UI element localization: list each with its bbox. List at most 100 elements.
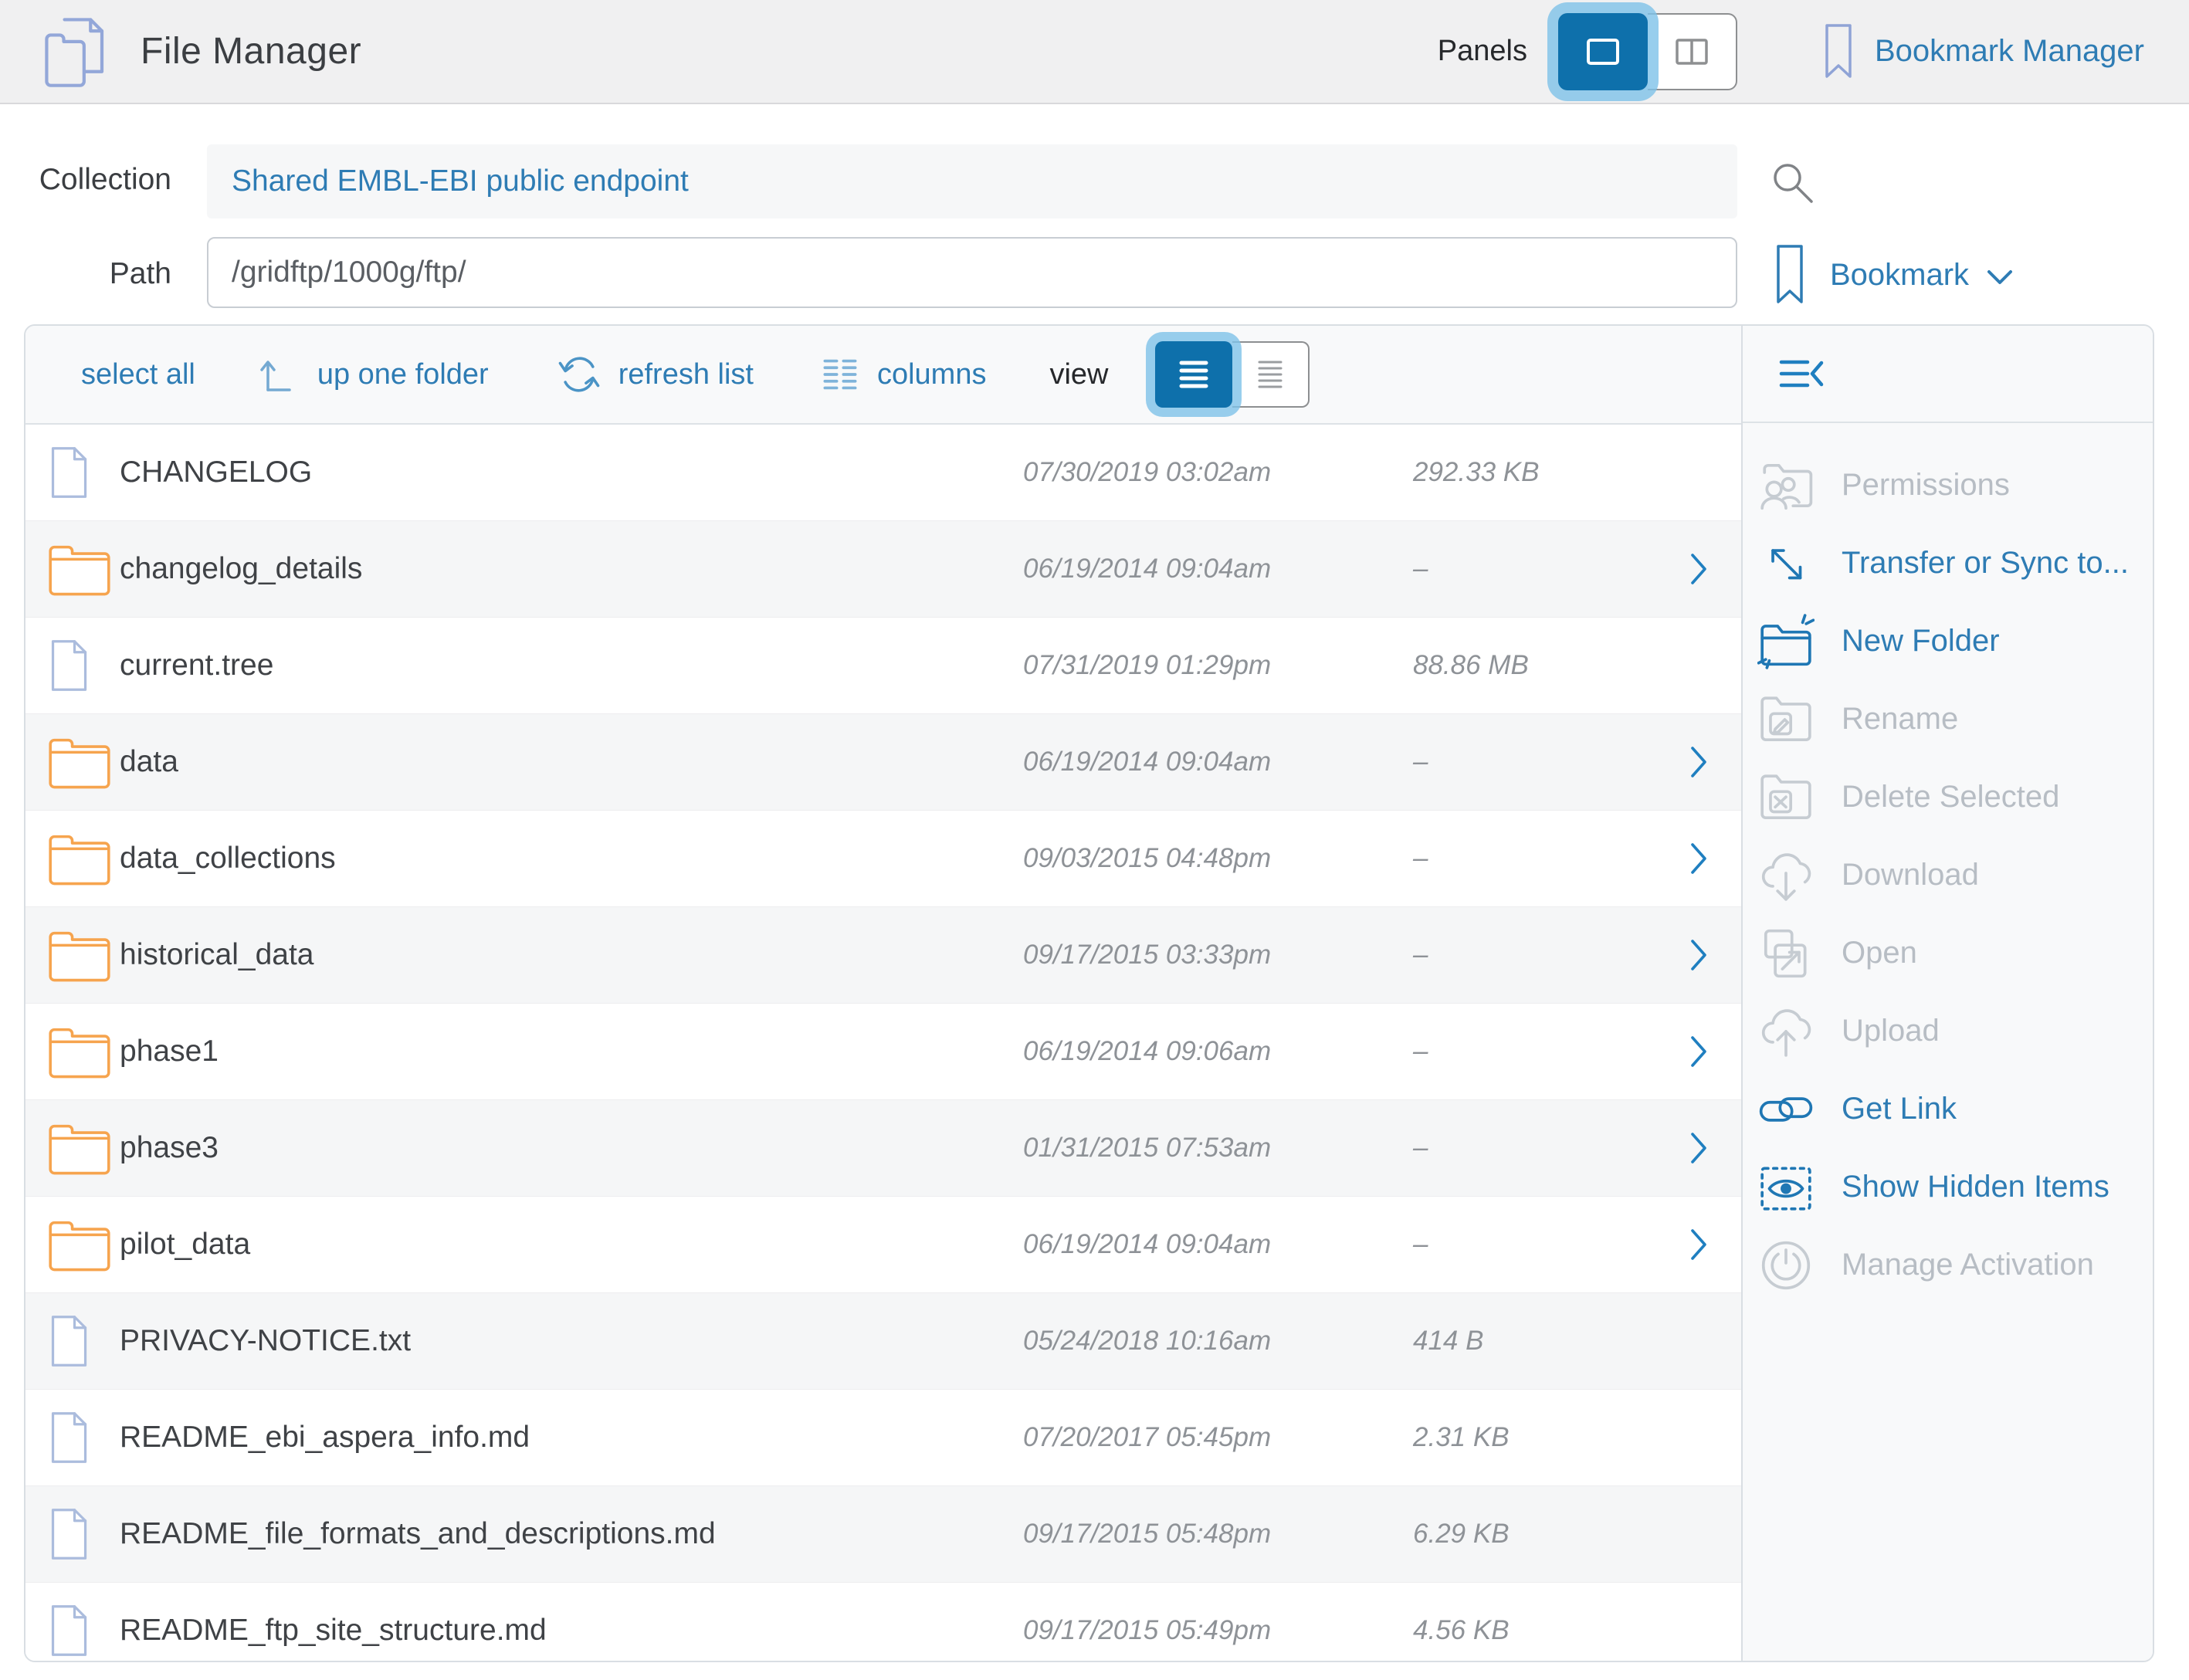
- file-row[interactable]: historical_data09/17/2015 03:33pm–: [25, 907, 1741, 1004]
- sidebar-item-label: Download: [1842, 858, 1979, 892]
- last-modified: 05/24/2018 10:16am: [1023, 1326, 1413, 1357]
- sidebar-item-permissions: Permissions: [1743, 446, 2153, 524]
- folder-icon: [47, 1119, 120, 1177]
- bookmark-manager-button[interactable]: Bookmark Manager: [1822, 22, 2144, 81]
- select-all-button[interactable]: select all: [81, 358, 195, 391]
- file-row[interactable]: data_collections09/03/2015 04:48pm–: [25, 811, 1741, 907]
- file-size: 2.31 KB: [1413, 1422, 1683, 1453]
- file-name: CHANGELOG: [120, 456, 1023, 489]
- sidebar-item-label: Manage Activation: [1842, 1248, 2094, 1282]
- list-view-icon: [1175, 356, 1212, 393]
- file-rows: CHANGELOG07/30/2019 03:02am292.33 KBchan…: [25, 425, 1741, 1661]
- last-modified: 07/30/2019 03:02am: [1023, 457, 1413, 488]
- sidebar-item-label: Open: [1842, 936, 1917, 970]
- up-one-folder-label: up one folder: [317, 358, 489, 391]
- file-size: –: [1413, 1229, 1683, 1260]
- path-label: Path: [0, 257, 171, 291]
- sidebar-item-upload: Upload: [1743, 992, 2153, 1070]
- open-folder-chevron-icon[interactable]: [1683, 1228, 1741, 1262]
- open-folder-chevron-icon[interactable]: [1683, 1131, 1741, 1165]
- up-one-folder-button[interactable]: up one folder: [259, 354, 489, 395]
- sidebar-item-manage-activation: Manage Activation: [1743, 1226, 2153, 1304]
- bookmark-button[interactable]: Bookmark: [1773, 243, 2014, 307]
- refresh-icon: [557, 353, 601, 396]
- columns-button[interactable]: columns: [822, 357, 987, 392]
- path-input[interactable]: [207, 237, 1737, 308]
- file-name: phase3: [120, 1131, 1023, 1165]
- file-row[interactable]: CHANGELOG07/30/2019 03:02am292.33 KB: [25, 425, 1741, 521]
- file-name: pilot_data: [120, 1228, 1023, 1262]
- single-panel-icon: [1584, 36, 1622, 68]
- collapse-sidebar-icon[interactable]: [1778, 357, 1826, 391]
- file-row[interactable]: pilot_data06/19/2014 09:04am–: [25, 1197, 1741, 1293]
- file-name: data: [120, 745, 1023, 779]
- file-icon: [47, 1314, 120, 1368]
- file-icon: [47, 638, 120, 693]
- file-size: –: [1413, 940, 1683, 970]
- single-panel-toggle-button[interactable]: [1558, 13, 1648, 90]
- actions-sidebar: Permissions Transfer or Sync to... New Fol…: [1741, 326, 2153, 1661]
- view-label: view: [1049, 358, 1108, 391]
- bookmark-manager-label: Bookmark Manager: [1875, 34, 2144, 69]
- file-row[interactable]: phase106/19/2014 09:06am–: [25, 1004, 1741, 1100]
- bookmark-icon: [1822, 22, 1855, 81]
- sidebar-item-new-folder[interactable]: New Folder: [1743, 602, 2153, 680]
- bookmark-ribbon-icon: [1773, 243, 1807, 307]
- sidebar-item-show-hidden[interactable]: Show Hidden Items: [1743, 1148, 2153, 1226]
- sidebar-item-download: Download: [1743, 836, 2153, 914]
- file-row[interactable]: PRIVACY-NOTICE.txt05/24/2018 10:16am414 …: [25, 1293, 1741, 1390]
- file-size: 88.86 MB: [1413, 650, 1683, 681]
- collection-field[interactable]: Shared EMBL-EBI public endpoint: [207, 144, 1737, 218]
- manage-activation-icon: [1752, 1231, 1820, 1299]
- last-modified: 06/19/2014 09:04am: [1023, 1229, 1413, 1260]
- sidebar-item-label: Get Link: [1842, 1092, 1957, 1126]
- open-folder-chevron-icon[interactable]: [1683, 1035, 1741, 1069]
- file-name: README_ftp_site_structure.md: [120, 1614, 1023, 1648]
- last-modified: 01/31/2015 07:53am: [1023, 1133, 1413, 1163]
- sidebar-item-transfer[interactable]: Transfer or Sync to...: [1743, 524, 2153, 602]
- detail-view-icon: [1253, 357, 1287, 391]
- folder-icon: [47, 1023, 120, 1080]
- sidebar-item-open: Open: [1743, 914, 2153, 992]
- file-row[interactable]: phase301/31/2015 07:53am–: [25, 1100, 1741, 1197]
- rename-icon: [1752, 686, 1820, 754]
- file-row[interactable]: README_ftp_site_structure.md09/17/2015 0…: [25, 1583, 1741, 1661]
- sidebar-menu: Permissions Transfer or Sync to... New Fol…: [1743, 423, 2153, 1304]
- open-folder-chevron-icon[interactable]: [1683, 938, 1741, 972]
- sidebar-item-rename: Rename: [1743, 680, 2153, 758]
- get-link-icon: [1752, 1075, 1820, 1143]
- file-row[interactable]: README_file_formats_and_descriptions.md0…: [25, 1486, 1741, 1583]
- permissions-icon: [1752, 452, 1820, 520]
- file-row[interactable]: data06/19/2014 09:04am–: [25, 714, 1741, 811]
- file-size: –: [1413, 1036, 1683, 1067]
- file-name: data_collections: [120, 842, 1023, 876]
- panels-label: Panels: [1438, 35, 1527, 68]
- sidebar-item-label: Permissions: [1842, 468, 2010, 503]
- refresh-list-button[interactable]: refresh list: [557, 353, 754, 396]
- view-toggle: [1155, 341, 1310, 408]
- list-toolbar: select all up one folder refresh list: [25, 326, 1741, 425]
- up-one-folder-icon: [259, 354, 299, 395]
- open-folder-chevron-icon[interactable]: [1683, 552, 1741, 586]
- list-view-toggle-button[interactable]: [1155, 341, 1232, 408]
- search-icon[interactable]: [1767, 157, 1818, 208]
- columns-label: columns: [877, 358, 987, 391]
- file-row[interactable]: current.tree07/31/2019 01:29pm88.86 MB: [25, 618, 1741, 714]
- detail-view-toggle-button[interactable]: [1232, 341, 1310, 408]
- file-row[interactable]: README_ebi_aspera_info.md07/20/2017 05:4…: [25, 1390, 1741, 1486]
- last-modified: 06/19/2014 09:06am: [1023, 1036, 1413, 1067]
- file-size: 4.56 KB: [1413, 1615, 1683, 1646]
- open-folder-chevron-icon[interactable]: [1683, 745, 1741, 779]
- dual-panel-toggle-button[interactable]: [1648, 13, 1737, 90]
- sidebar-item-label: Show Hidden Items: [1842, 1170, 2109, 1204]
- file-size: –: [1413, 1133, 1683, 1163]
- file-icon: [47, 1411, 120, 1465]
- file-row[interactable]: changelog_details06/19/2014 09:04am–: [25, 521, 1741, 618]
- open-folder-chevron-icon[interactable]: [1683, 842, 1741, 876]
- file-icon: [47, 445, 120, 500]
- sidebar-item-get-link[interactable]: Get Link: [1743, 1070, 2153, 1148]
- sidebar-item-label: New Folder: [1842, 624, 2000, 659]
- file-size: –: [1413, 843, 1683, 874]
- folder-icon: [47, 540, 120, 598]
- folder-icon: [47, 926, 120, 984]
